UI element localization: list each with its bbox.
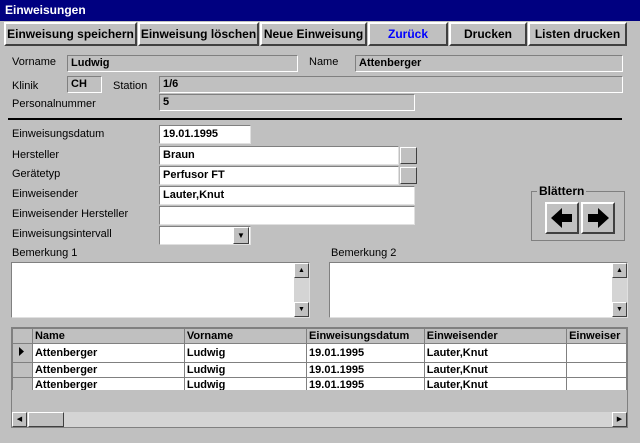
einweisender-input[interactable]: Lauter,Knut bbox=[159, 186, 415, 205]
scroll-down-icon[interactable]: ▼ bbox=[612, 302, 627, 317]
scroll-up-icon[interactable]: ▲ bbox=[294, 263, 309, 278]
bemerkung2-textarea[interactable]: ▲ ▼ bbox=[329, 262, 628, 318]
station-field: 1/6 bbox=[159, 76, 623, 93]
column-header-einweisungsdatum[interactable]: Einweisungsdatum bbox=[306, 328, 425, 344]
grid-header-row: Name Vorname Einweisungsdatum Einweisend… bbox=[12, 328, 627, 344]
column-header-name[interactable]: Name bbox=[31, 328, 185, 344]
cell-einweisender[interactable]: Lauter,Knut bbox=[423, 343, 568, 363]
klinik-field: CH bbox=[67, 76, 102, 93]
einweisender-hersteller-input[interactable] bbox=[159, 206, 415, 225]
klinik-label: Klinik bbox=[12, 80, 39, 92]
scroll-up-icon[interactable]: ▲ bbox=[612, 263, 627, 278]
column-header-einweiser[interactable]: Einweiser bbox=[566, 328, 627, 344]
name-label: Name bbox=[309, 56, 339, 68]
cell-vorname[interactable]: Ludwig bbox=[183, 362, 308, 378]
einweisungsdatum-label: Einweisungsdatum bbox=[12, 128, 105, 140]
blaettern-label: Blättern bbox=[537, 184, 587, 198]
delete-button[interactable]: Einweisung löschen bbox=[138, 22, 259, 46]
chevron-down-icon[interactable]: ▼ bbox=[233, 227, 249, 244]
vorname-field: Ludwig bbox=[67, 55, 298, 72]
new-entry-button[interactable]: Neue Einweisung bbox=[260, 22, 367, 46]
scrollbar-thumb[interactable] bbox=[28, 412, 64, 427]
grid-empty-area bbox=[12, 390, 627, 412]
cell-name[interactable]: Attenberger bbox=[31, 362, 185, 378]
records-table: Name Vorname Einweisungsdatum Einweisend… bbox=[12, 328, 627, 393]
einweisender-label: Einweisender bbox=[12, 188, 79, 200]
table-row[interactable]: Attenberger Ludwig 19.01.1995 Lauter,Knu… bbox=[12, 343, 627, 363]
table-row[interactable]: Attenberger Ludwig 19.01.1995 Lauter,Knu… bbox=[12, 362, 627, 378]
hersteller-label: Hersteller bbox=[12, 149, 60, 161]
column-header-vorname[interactable]: Vorname bbox=[183, 328, 308, 344]
save-button[interactable]: Einweisung speichern bbox=[4, 22, 137, 46]
cell-einweisungsdatum[interactable]: 19.01.1995 bbox=[306, 343, 425, 363]
cell-einweiser[interactable] bbox=[566, 362, 627, 378]
print-lists-button[interactable]: Listen drucken bbox=[528, 22, 627, 46]
vorname-label: Vorname bbox=[12, 56, 57, 68]
row-selector[interactable] bbox=[12, 343, 33, 363]
grid-horizontal-scrollbar[interactable]: ◀ ▶ bbox=[12, 412, 627, 427]
hersteller-lookup-button[interactable] bbox=[400, 147, 417, 164]
row-selector[interactable] bbox=[12, 362, 33, 378]
arrow-right-icon bbox=[588, 208, 609, 228]
hersteller-input[interactable]: Braun bbox=[159, 146, 399, 165]
bemerkung1-textarea[interactable]: ▲ ▼ bbox=[11, 262, 310, 318]
window-title: Einweisungen bbox=[0, 0, 640, 21]
bemerkung1-scrollbar[interactable]: ▲ ▼ bbox=[294, 263, 309, 317]
station-label: Station bbox=[113, 80, 148, 92]
bemerkung2-scrollbar[interactable]: ▲ ▼ bbox=[612, 263, 627, 317]
name-field: Attenberger bbox=[355, 55, 623, 72]
row-pointer-icon bbox=[19, 347, 24, 356]
cell-einweiser[interactable] bbox=[566, 343, 627, 363]
cell-vorname[interactable]: Ludwig bbox=[183, 343, 308, 363]
geraetetyp-input[interactable]: Perfusor FT bbox=[159, 166, 399, 185]
print-button[interactable]: Drucken bbox=[449, 22, 527, 46]
personalnummer-field: 5 bbox=[159, 94, 415, 111]
section-divider bbox=[8, 118, 622, 120]
column-header-einweisender[interactable]: Einweisender bbox=[423, 328, 568, 344]
back-button[interactable]: Zurück bbox=[368, 22, 448, 46]
einweisungsintervall-label: Einweisungsintervall bbox=[12, 228, 112, 240]
cell-einweisender[interactable]: Lauter,Knut bbox=[423, 362, 568, 378]
geraetetyp-lookup-button[interactable] bbox=[400, 167, 417, 184]
arrow-left-icon bbox=[551, 208, 572, 228]
personalnummer-label: Personalnummer bbox=[12, 98, 96, 110]
cell-name[interactable]: Attenberger bbox=[31, 343, 185, 363]
einweisender-hersteller-label: Einweisender Hersteller bbox=[12, 208, 129, 220]
grid-corner bbox=[12, 328, 33, 344]
bemerkung2-label: Bemerkung 2 bbox=[331, 247, 397, 259]
cell-einweisungsdatum[interactable]: 19.01.1995 bbox=[306, 362, 425, 378]
next-record-button[interactable] bbox=[581, 202, 615, 234]
scroll-right-icon[interactable]: ▶ bbox=[612, 412, 627, 427]
previous-record-button[interactable] bbox=[545, 202, 579, 234]
geraetetyp-label: Gerätetyp bbox=[12, 168, 61, 180]
scroll-down-icon[interactable]: ▼ bbox=[294, 302, 309, 317]
scroll-left-icon[interactable]: ◀ bbox=[12, 412, 27, 427]
bemerkung1-label: Bemerkung 1 bbox=[12, 247, 78, 259]
einweisungsdatum-input[interactable]: 19.01.1995 bbox=[159, 125, 251, 144]
